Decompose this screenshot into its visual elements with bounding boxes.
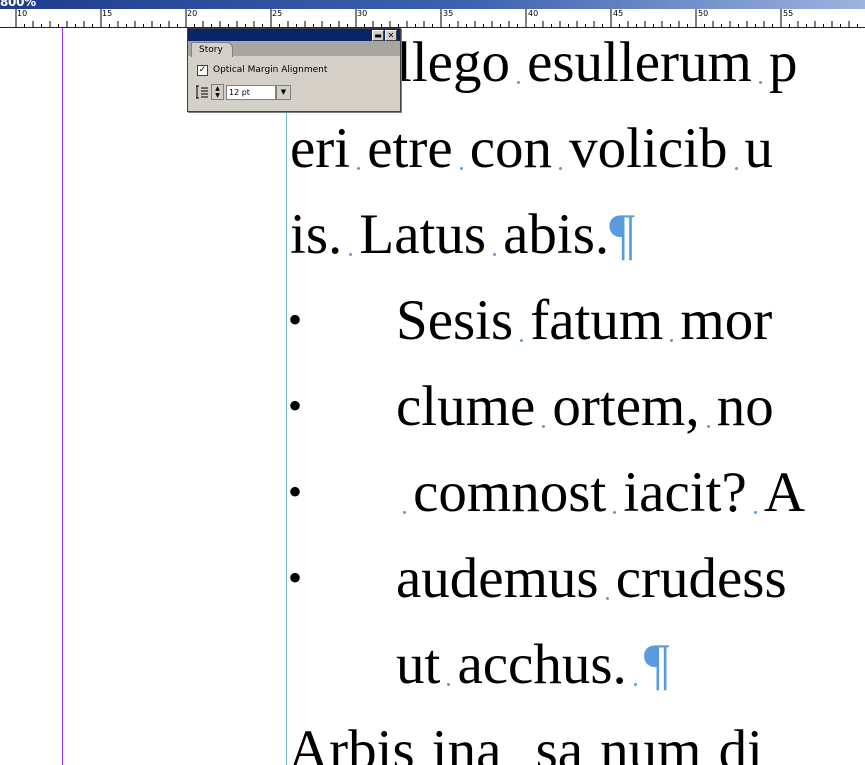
word: esullerum bbox=[527, 31, 752, 94]
pilcrow-marker: ¶ bbox=[609, 203, 636, 266]
bullet-marker: • bbox=[288, 555, 303, 600]
text-line: ut acchus. ¶ bbox=[396, 636, 670, 693]
optical-size-field[interactable]: 12 pt bbox=[226, 84, 276, 100]
word: di bbox=[718, 719, 763, 765]
tab-story[interactable]: Story bbox=[191, 42, 233, 57]
word: sa bbox=[535, 719, 584, 765]
close-icon[interactable]: ✕ bbox=[385, 30, 397, 41]
optical-size-icon bbox=[196, 85, 208, 99]
palette-title-bar[interactable]: ▬ ✕ bbox=[188, 29, 400, 41]
text-line: audemus crudess bbox=[396, 550, 787, 607]
text-line: comnost iacit? A bbox=[396, 464, 805, 521]
word: ortem, bbox=[552, 375, 700, 438]
word: no bbox=[716, 375, 774, 438]
text-line: clume ortem, no bbox=[396, 378, 774, 435]
optical-margin-checkbox[interactable]: ✓ bbox=[197, 64, 208, 76]
word: p bbox=[768, 31, 798, 94]
word: fatum bbox=[530, 289, 664, 352]
text-frame[interactable]: llego esullerum p eri etre con volicib u is. La… bbox=[0, 0, 865, 765]
text-line: llego esullerum p bbox=[396, 34, 797, 91]
word: is. bbox=[290, 203, 343, 266]
word: abis. bbox=[503, 203, 610, 266]
word: audemus bbox=[396, 547, 599, 610]
word: num bbox=[600, 719, 702, 765]
text-line: Arbis ina sa num di bbox=[288, 722, 763, 765]
word: acchus. bbox=[457, 633, 627, 696]
pilcrow-marker: ¶ bbox=[643, 633, 670, 696]
word: ut bbox=[396, 633, 441, 696]
word: crudess bbox=[615, 547, 787, 610]
optical-margin-row[interactable]: ✓ Optical Margin Alignment bbox=[197, 64, 327, 76]
word: eri bbox=[290, 117, 351, 180]
text-line: Sesis fatum mor bbox=[396, 292, 772, 349]
palette-tab-row: Story bbox=[188, 41, 400, 57]
bullet-marker: • bbox=[288, 383, 303, 428]
word: comnost bbox=[413, 461, 607, 524]
word: etre bbox=[367, 117, 453, 180]
word: con bbox=[469, 117, 553, 180]
word: A bbox=[763, 461, 806, 524]
text-line: eri etre con volicib u bbox=[290, 120, 773, 177]
word: iacit? bbox=[623, 461, 747, 524]
word: clume bbox=[396, 375, 536, 438]
word: Sesis bbox=[396, 289, 514, 352]
word: ina bbox=[431, 719, 502, 765]
text-line: is. Latus abis.¶ bbox=[290, 206, 635, 263]
stepper-down-icon[interactable]: ▼ bbox=[212, 92, 223, 99]
bullet-marker: • bbox=[288, 297, 303, 342]
story-palette[interactable]: ▬ ✕ Story ✓ Optical Margin Alignment ▲ ▼… bbox=[187, 28, 401, 112]
word: llego bbox=[396, 31, 510, 94]
word: Arbis bbox=[288, 719, 415, 765]
size-dropdown-button[interactable]: ▼ bbox=[276, 84, 291, 100]
word: volicib bbox=[569, 117, 728, 180]
word: mor bbox=[680, 289, 773, 352]
word: u bbox=[744, 117, 774, 180]
optical-margin-label: Optical Margin Alignment bbox=[213, 65, 328, 75]
word: Latus bbox=[359, 203, 487, 266]
size-stepper[interactable]: ▲ ▼ bbox=[211, 84, 224, 100]
minimize-icon[interactable]: ▬ bbox=[372, 30, 384, 41]
optical-size-row[interactable]: ▲ ▼ 12 pt ▼ bbox=[195, 84, 291, 100]
bullet-marker: • bbox=[288, 469, 303, 514]
stepper-up-icon[interactable]: ▲ bbox=[212, 85, 223, 92]
